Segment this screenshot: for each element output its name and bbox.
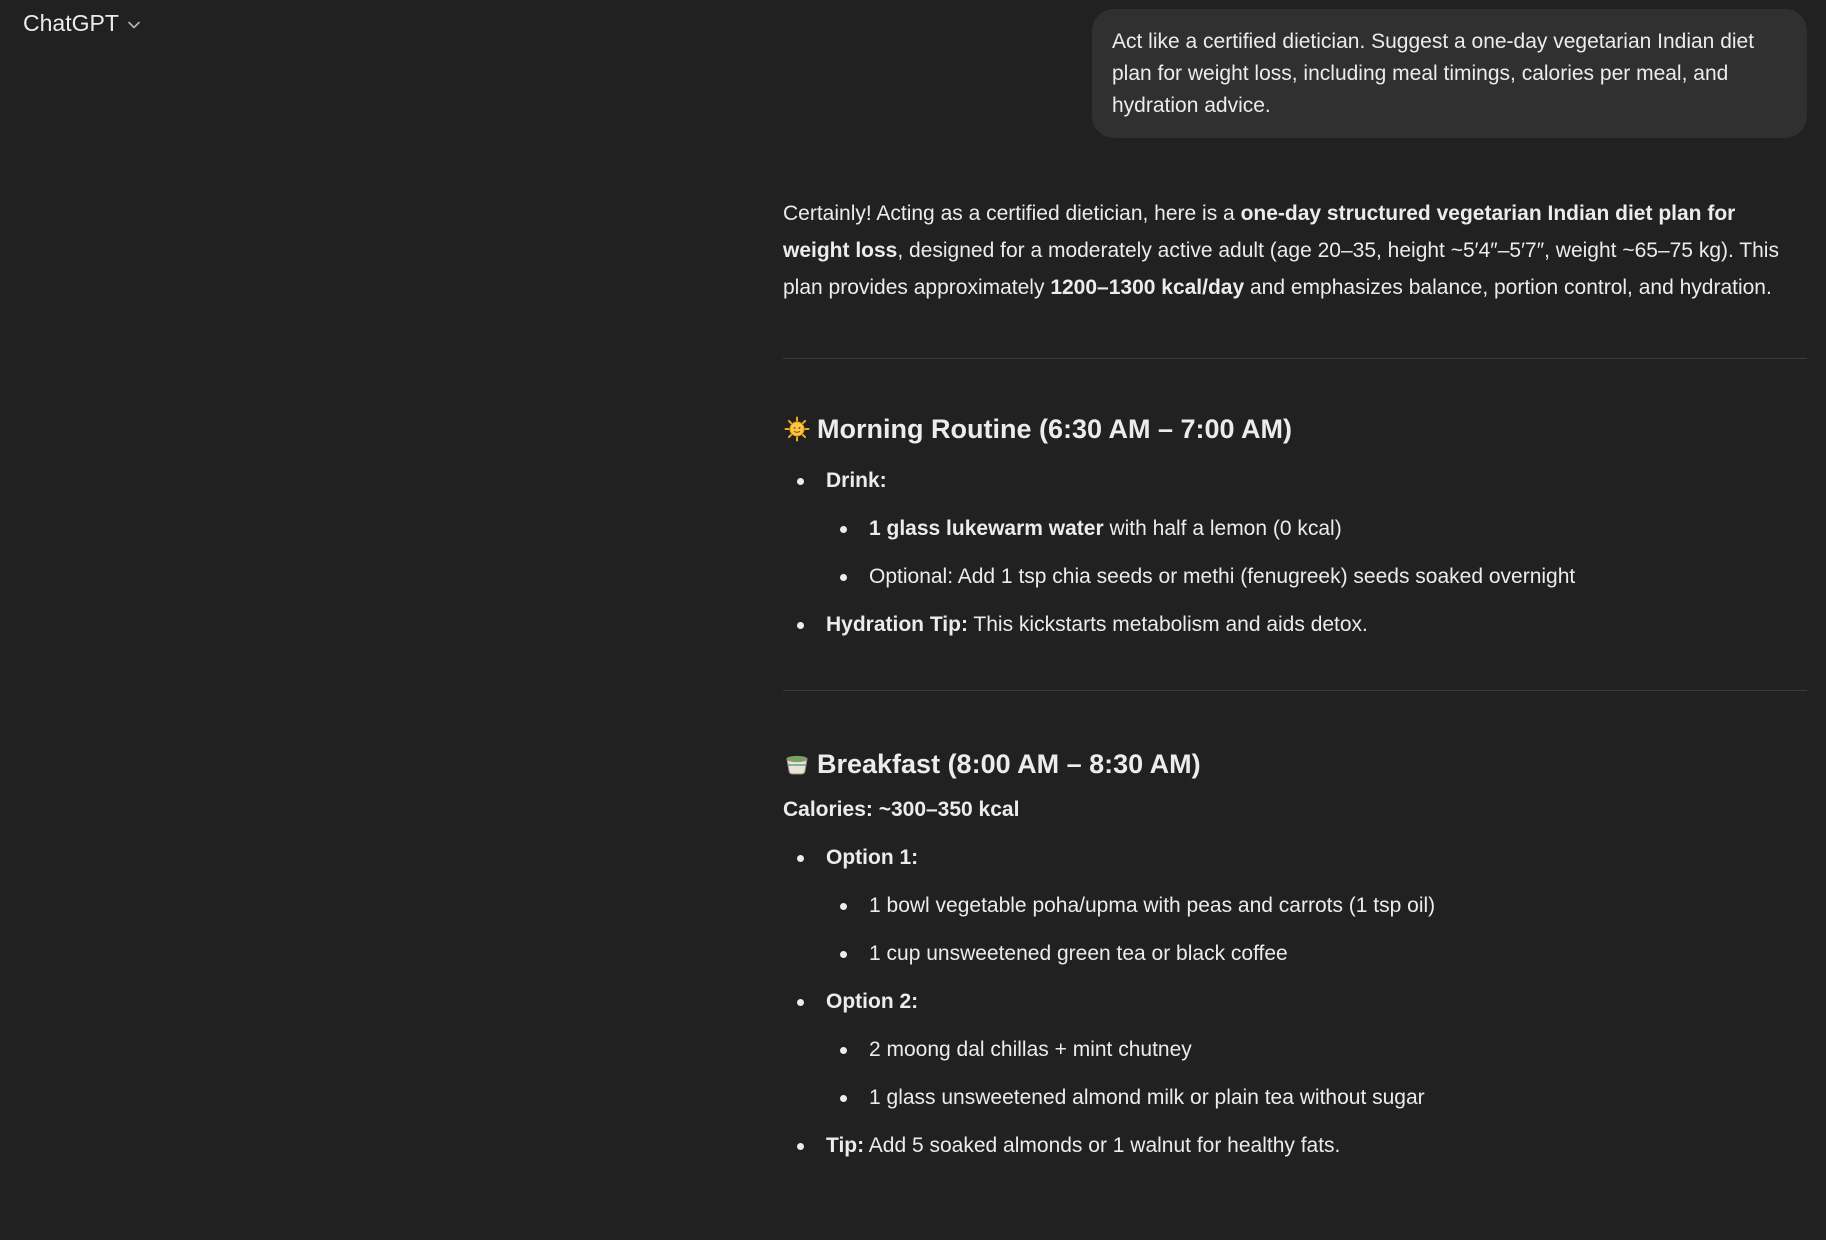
list-item: 1 glass unsweetened almond milk or plain… bbox=[826, 1084, 1807, 1112]
section-title-text: Morning Routine (6:30 AM – 7:00 AM) bbox=[817, 414, 1293, 444]
list-item: 1 cup unsweetened green tea or black cof… bbox=[826, 940, 1807, 968]
intro-bold-kcal: 1200–1300 kcal/day bbox=[1050, 276, 1245, 299]
list-item: 1 glass lukewarm water with half a lemon… bbox=[826, 515, 1807, 543]
section-title-text: Breakfast (8:00 AM – 8:30 AM) bbox=[817, 749, 1201, 779]
list-item: Hydration Tip: This kickstarts metabolis… bbox=[783, 611, 1807, 639]
tea-bowl-icon bbox=[783, 751, 810, 778]
tip-text: Add 5 soaked almonds or 1 walnut for hea… bbox=[864, 1134, 1341, 1157]
option1-label: Option 1: bbox=[826, 846, 919, 869]
list-item: Optional: Add 1 tsp chia seeds or methi … bbox=[826, 563, 1807, 591]
intro-text: and emphasizes balance, portion control,… bbox=[1244, 276, 1772, 299]
section-title-breakfast: Breakfast (8:00 AM – 8:30 AM) bbox=[783, 746, 1807, 782]
item-text: Optional: Add 1 tsp chia seeds or methi … bbox=[869, 565, 1576, 588]
list-item: Option 1: 1 bowl vegetable poha/upma wit… bbox=[783, 844, 1807, 968]
model-selector[interactable]: ChatGPT bbox=[23, 10, 141, 37]
chevron-down-icon bbox=[127, 18, 141, 32]
app-title: ChatGPT bbox=[23, 10, 119, 36]
section-title-morning: Morning Routine (6:30 AM – 7:00 AM) bbox=[783, 411, 1807, 447]
divider bbox=[783, 690, 1807, 691]
list-item: 2 moong dal chillas + mint chutney bbox=[826, 1036, 1807, 1064]
drink-sublist: 1 glass lukewarm water with half a lemon… bbox=[826, 515, 1807, 591]
intro-paragraph: Certainly! Acting as a certified dietici… bbox=[783, 195, 1807, 306]
list-item: Drink: 1 glass lukewarm water with half … bbox=[783, 467, 1807, 591]
user-message-text: Act like a certified dietician. Suggest … bbox=[1112, 30, 1755, 117]
item-bold: 1 glass lukewarm water bbox=[869, 517, 1104, 540]
drink-label: Drink: bbox=[826, 469, 887, 492]
breakfast-list: Option 1: 1 bowl vegetable poha/upma wit… bbox=[783, 844, 1807, 1160]
breakfast-calories: Calories: ~300–350 kcal bbox=[783, 798, 1020, 821]
option2-sublist: 2 moong dal chillas + mint chutney 1 gla… bbox=[826, 1036, 1807, 1112]
tip-label: Tip: bbox=[826, 1134, 865, 1157]
intro-text: Certainly! Acting as a certified dietici… bbox=[783, 202, 1241, 225]
user-message-bubble: Act like a certified dietician. Suggest … bbox=[1092, 9, 1807, 138]
list-item: 1 bowl vegetable poha/upma with peas and… bbox=[826, 892, 1807, 920]
sun-icon bbox=[783, 416, 810, 443]
hydration-label: Hydration Tip: bbox=[826, 613, 968, 636]
option2-label: Option 2: bbox=[826, 990, 919, 1013]
morning-list: Drink: 1 glass lukewarm water with half … bbox=[783, 467, 1807, 639]
hydration-text: This kickstarts metabolism and aids deto… bbox=[967, 613, 1368, 636]
assistant-response: Certainly! Acting as a certified dietici… bbox=[783, 195, 1807, 1160]
divider bbox=[783, 358, 1807, 359]
list-item: Tip: Add 5 soaked almonds or 1 walnut fo… bbox=[783, 1132, 1807, 1160]
option1-sublist: 1 bowl vegetable poha/upma with peas and… bbox=[826, 892, 1807, 968]
list-item: Option 2: 2 moong dal chillas + mint chu… bbox=[783, 988, 1807, 1112]
item-text: with half a lemon (0 kcal) bbox=[1103, 517, 1342, 540]
